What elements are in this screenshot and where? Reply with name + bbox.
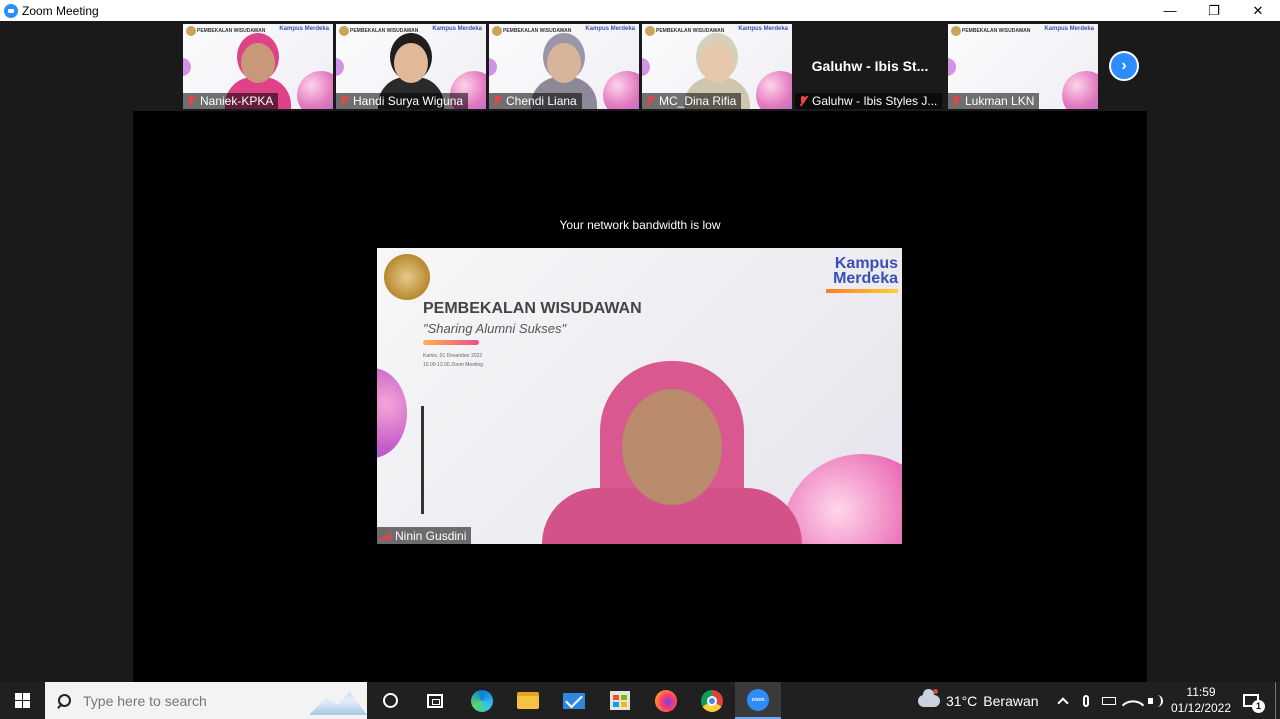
slide-accent-bar	[423, 340, 479, 345]
show-hidden-icons-button[interactable]	[1054, 682, 1072, 719]
participant-name-label: MC_Dina Rifia	[642, 93, 742, 109]
edge-icon	[471, 689, 493, 712]
slide-date: Kamis, 01 Desember 2022 10.00-12.00 Zoom…	[423, 353, 484, 368]
participant-tile[interactable]: PEMBEKALAN WISUDAWAN Kampus Merdeka Chendi…	[489, 24, 639, 109]
meeting-stage: PEMBEKALAN WISUDAWAN Kampus Merdeka Naniek…	[0, 21, 1280, 682]
chrome-button[interactable]	[689, 682, 735, 719]
notification-count: 1	[1252, 700, 1265, 713]
cortana-icon	[382, 693, 398, 708]
mic-muted-icon	[645, 95, 655, 107]
power-tray[interactable]	[1098, 682, 1120, 719]
participant-name-label: Galuhw - Ibis Styles J...	[795, 93, 943, 109]
task-view-icon	[427, 693, 443, 708]
firefox-button[interactable]	[643, 682, 689, 719]
microphone-icon	[1083, 694, 1089, 707]
network-tray[interactable]	[1121, 682, 1145, 719]
slide-heading: PEMBEKALAN WISUDAWAN	[962, 28, 1031, 34]
close-button[interactable]: ✕	[1236, 0, 1280, 21]
file-explorer-button[interactable]	[505, 682, 551, 719]
cloud-icon	[918, 688, 940, 707]
edge-button[interactable]	[459, 682, 505, 719]
start-button[interactable]	[0, 682, 45, 719]
participant-name-label: Chendi Liana	[489, 93, 582, 109]
participant-strip: PEMBEKALAN WISUDAWAN Kampus Merdeka Naniek…	[183, 24, 1098, 109]
slide-divider	[421, 406, 424, 514]
active-speaker-video[interactable]: Kampus Merdeka PEMBEKALAN WISUDAWAN "Sha…	[377, 248, 902, 544]
task-view-button[interactable]	[412, 682, 458, 719]
folder-icon	[517, 692, 539, 709]
search-highlight-image	[309, 691, 367, 715]
windows-icon	[15, 693, 30, 708]
search-input[interactable]	[83, 692, 303, 709]
notification-center-button[interactable]: 1	[1238, 682, 1265, 719]
kampus-merdeka-logo: Kampus Merdeka	[1044, 26, 1094, 32]
chevron-up-icon	[1057, 696, 1069, 709]
show-desktop-button[interactable]	[1275, 682, 1276, 719]
taskbar-search[interactable]	[45, 682, 367, 719]
chrome-icon	[701, 689, 723, 712]
window-title: Zoom Meeting	[22, 3, 99, 18]
minimize-button[interactable]: —	[1148, 0, 1192, 21]
cortana-button[interactable]	[367, 682, 413, 719]
firefox-icon	[655, 689, 677, 712]
next-page-button[interactable]: ›	[1109, 51, 1139, 81]
battery-icon	[1102, 696, 1116, 705]
microphone-tray[interactable]	[1076, 682, 1096, 719]
university-logo	[492, 26, 502, 36]
participant-tile[interactable]: PEMBEKALAN WISUDAWAN Kampus Merdeka Naniek…	[183, 24, 333, 109]
clock[interactable]: 11:59 01/12/2022	[1166, 684, 1236, 716]
university-logo	[339, 26, 349, 36]
slide-decoration	[377, 368, 407, 458]
weather-temp: 31°C	[946, 692, 978, 709]
university-logo	[384, 254, 430, 300]
wifi-icon	[1121, 693, 1145, 716]
title-bar: Zoom Meeting — ❐ ✕	[0, 0, 1280, 21]
bandwidth-warning: Your network bandwidth is low	[559, 218, 721, 232]
mic-muted-icon	[951, 95, 961, 107]
kampus-merdeka-logo: Kampus Merdeka	[826, 256, 898, 293]
weather-condition: Berawan	[983, 692, 1039, 709]
mic-muted-icon	[186, 95, 196, 107]
search-icon	[57, 693, 71, 708]
active-speaker-area: Your network bandwidth is low Kampus Mer…	[133, 111, 1147, 682]
zoom-icon: zoom	[747, 688, 769, 711]
slide-subheading: "Sharing Alumni Sukses"	[423, 321, 567, 336]
mic-muted-icon	[492, 95, 502, 107]
zoom-app-icon	[4, 3, 18, 18]
restore-button[interactable]: ❐	[1192, 0, 1236, 21]
speaker-name-label: Ninin Gusdini	[377, 527, 472, 544]
participant-display-name: Galuhw - Ibis St...	[811, 58, 929, 74]
university-logo	[951, 26, 961, 36]
university-logo	[645, 26, 655, 36]
participant-name-label: Naniek-KPKA	[183, 93, 279, 109]
chevron-right-icon: ›	[1121, 57, 1127, 74]
store-icon	[610, 691, 630, 710]
volume-icon	[1148, 694, 1163, 707]
volume-tray[interactable]	[1145, 682, 1165, 719]
taskbar: zoom 31°C Berawan 11:59 01/12/2022 1	[0, 682, 1280, 719]
participant-tile[interactable]: PEMBEKALAN WISUDAWAN Kampus Merdeka MC_Din…	[642, 24, 792, 109]
signal-strength-icon	[380, 531, 391, 541]
store-button[interactable]	[597, 682, 643, 719]
participant-name-label: Lukman LKN	[948, 93, 1040, 109]
notification-icon: 1	[1243, 694, 1265, 713]
speaker-person	[542, 361, 802, 544]
weather-widget[interactable]: 31°C Berawan	[918, 682, 1039, 719]
mic-muted-icon	[798, 95, 808, 107]
university-logo	[186, 26, 196, 36]
mail-icon	[563, 692, 585, 709]
participant-tile[interactable]: Galuhw - Ibis St... Galuhw - Ibis Styles …	[795, 24, 945, 109]
participant-tile[interactable]: PEMBEKALAN WISUDAWAN Kampus Merdeka Lukman…	[948, 24, 1098, 109]
slide-heading: PEMBEKALAN WISUDAWAN	[423, 300, 642, 317]
zoom-taskbar-button[interactable]: zoom	[735, 682, 781, 719]
participant-name-label: Handi Surya Wiguna	[336, 93, 469, 109]
mic-muted-icon	[339, 95, 349, 107]
mail-button[interactable]	[551, 682, 597, 719]
participant-tile[interactable]: PEMBEKALAN WISUDAWAN Kampus Merdeka Handi …	[336, 24, 486, 109]
